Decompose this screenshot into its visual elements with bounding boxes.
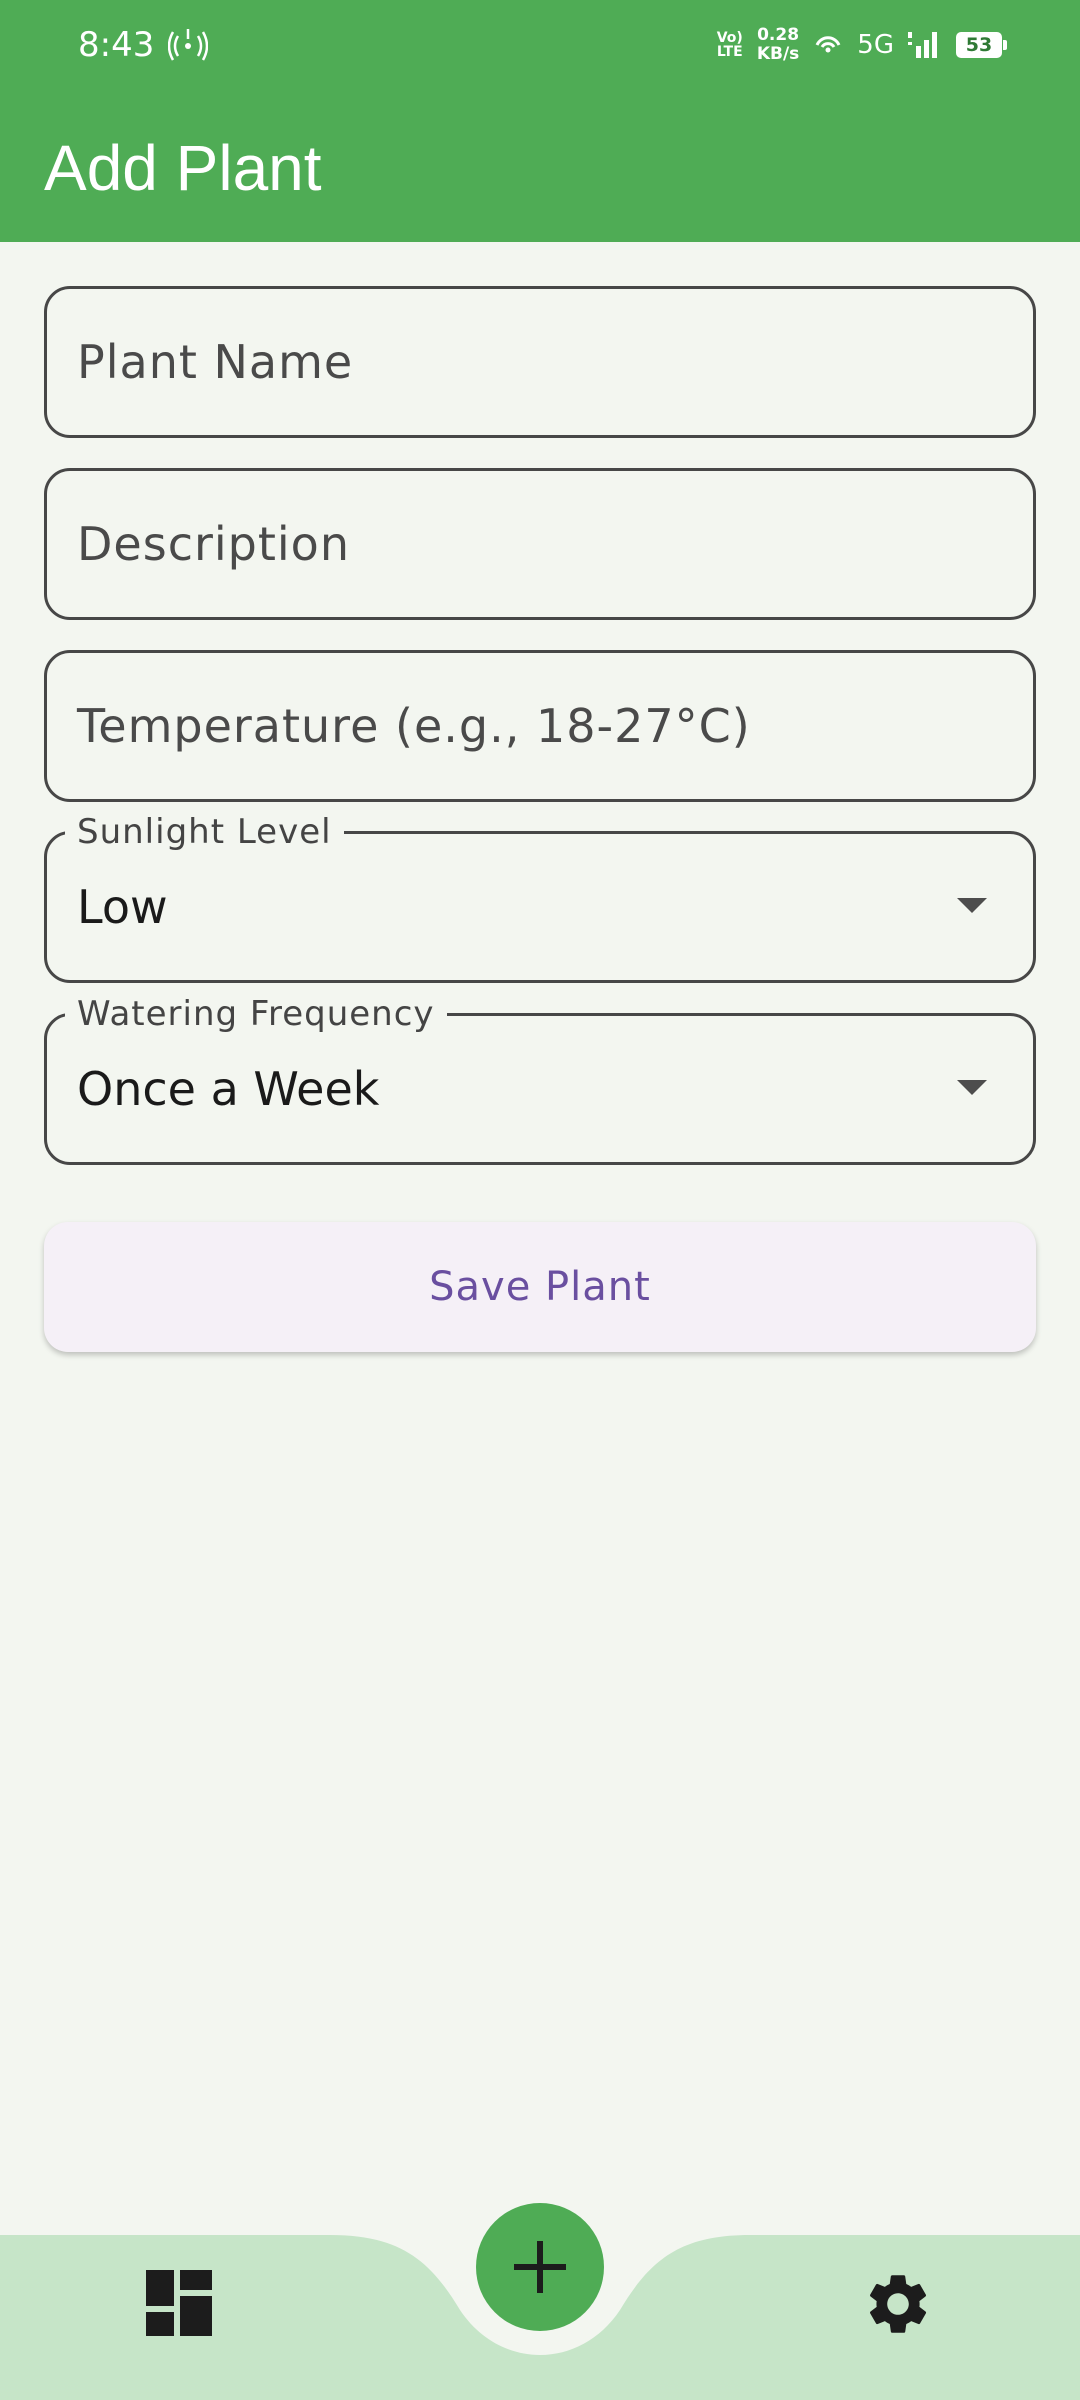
hotspot-icon xyxy=(167,26,209,64)
caret-down-icon xyxy=(957,1080,987,1095)
watering-frequency-value: Once a Week xyxy=(77,1062,380,1116)
temperature-input[interactable]: Temperature (e.g., 18-27°C) xyxy=(44,650,1036,802)
settings-icon[interactable] xyxy=(862,2268,934,2340)
sunlight-level-value: Low xyxy=(77,880,168,934)
temperature-placeholder: Temperature (e.g., 18-27°C) xyxy=(77,699,751,753)
network-speed-unit: KB/s xyxy=(756,44,800,64)
battery-icon: 53 xyxy=(956,32,1007,58)
wifi-icon xyxy=(813,28,843,62)
description-placeholder: Description xyxy=(77,517,350,571)
network-speed-value: 0.28 xyxy=(757,25,800,45)
network-speed: 0.28 KB/s xyxy=(757,26,799,64)
volte-indicator: Vo) LTE xyxy=(717,31,743,59)
save-plant-label: Save Plant xyxy=(429,1264,651,1310)
add-icon xyxy=(514,2241,566,2293)
status-time: 8:43 xyxy=(78,25,155,65)
watering-frequency-dropdown[interactable]: Watering Frequency Once a Week xyxy=(44,992,1036,1165)
app-bar: Add Plant xyxy=(0,90,1080,242)
plant-name-input[interactable]: Plant Name xyxy=(44,286,1036,438)
status-indicators: Vo) LTE 0.28 KB/s 5G 53 xyxy=(717,22,1007,68)
description-input[interactable]: Description xyxy=(44,468,1036,620)
network-type: 5G xyxy=(857,30,894,60)
caret-down-icon xyxy=(957,898,987,913)
battery-level: 53 xyxy=(965,34,993,56)
volte-bottom: LTE xyxy=(716,44,743,60)
add-plant-fab[interactable] xyxy=(476,2203,604,2331)
status-bar: 8:43 Vo) LTE 0.28 KB/s 5G 53 xyxy=(0,0,1080,90)
save-plant-button[interactable]: Save Plant xyxy=(44,1222,1036,1352)
page-title: Add Plant xyxy=(44,132,322,204)
volte-top: Vo) xyxy=(716,30,743,46)
sunlight-level-dropdown[interactable]: Sunlight Level Low xyxy=(44,810,1036,983)
plant-name-placeholder: Plant Name xyxy=(77,335,354,389)
dashboard-icon[interactable] xyxy=(146,2270,212,2336)
signal-icon xyxy=(908,28,942,62)
